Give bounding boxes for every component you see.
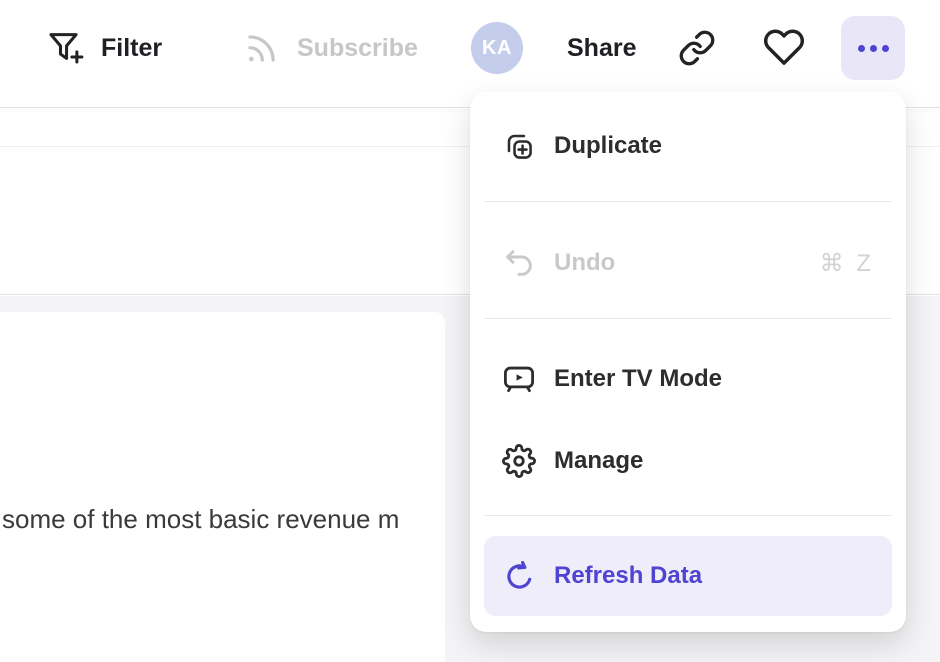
menu-item-label: Duplicate	[554, 132, 662, 160]
menu-item-manage[interactable]: Manage	[484, 421, 892, 501]
avatar[interactable]: KA	[471, 22, 523, 74]
menu-divider	[484, 201, 892, 202]
duplicate-icon	[502, 131, 536, 162]
filter-button[interactable]: Filter	[47, 24, 162, 72]
refresh-icon	[502, 561, 536, 592]
gear-icon	[502, 443, 536, 479]
menu-item-label: Undo	[554, 249, 615, 277]
menu-item-undo[interactable]: Undo ⌘ Z	[484, 223, 892, 303]
menu-item-label: Enter TV Mode	[554, 365, 722, 393]
menu-item-label: Refresh Data	[554, 562, 702, 590]
copy-link-button[interactable]	[677, 29, 717, 69]
menu-divider	[484, 515, 892, 516]
filter-plus-icon	[47, 30, 84, 67]
menu-item-label: Manage	[554, 447, 643, 475]
link-icon	[678, 29, 716, 70]
subscribe-label: Subscribe	[297, 34, 418, 63]
tv-mode-icon	[502, 362, 536, 396]
undo-icon	[502, 247, 536, 279]
text-card-paragraph: some of the most basic revenue m	[2, 502, 399, 536]
ellipsis-icon	[858, 45, 889, 52]
share-label: Share	[567, 34, 636, 63]
filter-label: Filter	[101, 34, 162, 63]
undo-shortcut: ⌘ Z	[820, 249, 874, 278]
heart-icon	[763, 26, 805, 71]
menu-item-enter-tv-mode[interactable]: Enter TV Mode	[484, 339, 892, 419]
menu-item-refresh-data[interactable]: Refresh Data	[484, 536, 892, 616]
actions-menu: Duplicate Undo ⌘ Z Enter TV M	[470, 92, 906, 632]
dashboard-screen: Filter Subscribe KA Share	[0, 0, 940, 662]
rss-icon	[243, 30, 280, 67]
share-button[interactable]: Share	[567, 24, 636, 72]
more-actions-button[interactable]	[841, 16, 905, 80]
subscribe-button[interactable]: Subscribe	[243, 24, 418, 72]
favorite-button[interactable]	[762, 26, 806, 70]
text-card: some of the most basic revenue m	[0, 312, 445, 662]
menu-item-duplicate[interactable]: Duplicate	[484, 106, 892, 186]
menu-divider	[484, 318, 892, 319]
avatar-initials: KA	[482, 37, 512, 60]
